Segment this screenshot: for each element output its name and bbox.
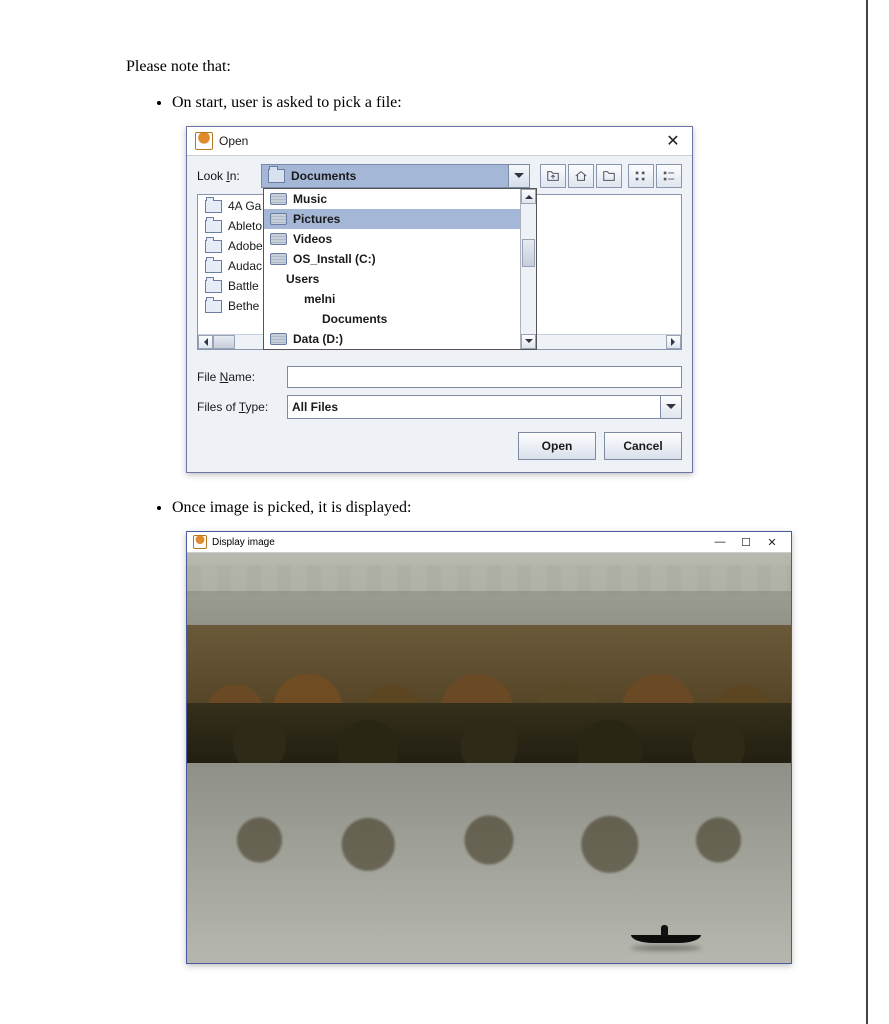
folder-icon xyxy=(205,200,222,213)
folder-icon xyxy=(205,220,222,233)
disk-icon xyxy=(270,233,287,245)
dropdown-item[interactable]: OS_Install (C:) xyxy=(264,249,536,269)
hscroll-thumb[interactable] xyxy=(213,335,235,349)
home-button[interactable] xyxy=(568,164,594,188)
disk-icon xyxy=(270,213,287,225)
scroll-left-icon[interactable] xyxy=(198,335,213,349)
list-item[interactable]: Battle xyxy=(201,276,265,296)
dropdown-item[interactable]: Data (D:) xyxy=(264,329,536,349)
disk-icon xyxy=(270,253,287,265)
dropdown-item[interactable]: Documents xyxy=(264,309,536,329)
look-in-label: Look In: xyxy=(197,169,255,183)
file-name-input[interactable] xyxy=(287,366,682,388)
dropdown-item[interactable]: Videos xyxy=(264,229,536,249)
list-item[interactable]: Ableto xyxy=(201,216,265,236)
boat-icon xyxy=(631,925,701,943)
list-item[interactable]: Adobe xyxy=(201,236,265,256)
java-icon xyxy=(195,132,213,150)
open-button[interactable]: Open xyxy=(518,432,596,460)
open-dialog-titlebar: Open ✕ xyxy=(187,127,692,156)
dropdown-scrollbar[interactable] xyxy=(520,189,536,349)
dropdown-arrow-icon[interactable] xyxy=(660,396,681,418)
close-icon[interactable]: ✕ xyxy=(662,131,684,151)
dropdown-item-selected[interactable]: Pictures xyxy=(264,209,536,229)
list-view-button[interactable] xyxy=(628,164,654,188)
bullet-2-text: Once image is picked, it is displayed: xyxy=(172,499,412,516)
close-icon[interactable]: ✕ xyxy=(759,534,785,550)
dropdown-item[interactable]: Users xyxy=(264,269,536,289)
file-type-value: All Files xyxy=(288,400,660,414)
list-item[interactable]: 4A Ga xyxy=(201,196,265,216)
minimize-icon[interactable]: — xyxy=(707,534,733,550)
folder-icon xyxy=(268,169,285,183)
folder-icon xyxy=(205,280,222,293)
open-dialog-title: Open xyxy=(219,134,662,148)
dropdown-item[interactable]: melni xyxy=(264,289,536,309)
dropdown-arrow-icon[interactable] xyxy=(508,165,529,187)
look-in-combo[interactable]: Documents xyxy=(261,164,530,188)
display-window-title: Display image xyxy=(212,537,707,548)
list-item[interactable]: Audac xyxy=(201,256,265,276)
dropdown-item[interactable]: Music xyxy=(264,189,536,209)
look-in-value: Documents xyxy=(291,169,508,183)
bullet-2: Once image is picked, it is displayed: D… xyxy=(172,499,829,964)
file-list-right-column xyxy=(650,196,668,199)
disk-icon xyxy=(270,193,287,205)
scroll-down-icon[interactable] xyxy=(521,334,536,349)
folder-icon xyxy=(205,240,222,253)
file-list-left-column: 4A Ga Ableto Adobe Audac Battle Bethe xyxy=(201,196,265,316)
file-type-combo[interactable]: All Files xyxy=(287,395,682,419)
scroll-up-icon[interactable] xyxy=(521,189,536,204)
file-type-label: Files of Type: xyxy=(197,400,287,414)
bullet-1-text: On start, user is asked to pick a file: xyxy=(172,94,402,111)
maximize-icon[interactable]: ☐ xyxy=(733,534,759,550)
list-item[interactable]: Bethe xyxy=(201,296,265,316)
folder-icon xyxy=(205,300,222,313)
scroll-thumb[interactable] xyxy=(522,239,535,267)
details-view-button[interactable] xyxy=(656,164,682,188)
scroll-right-icon[interactable] xyxy=(666,335,681,349)
file-name-label: File Name: xyxy=(197,370,287,384)
new-folder-button[interactable] xyxy=(596,164,622,188)
java-icon xyxy=(193,535,207,549)
intro-text: Please note that: xyxy=(126,58,829,76)
look-in-dropdown[interactable]: Music Pictures Videos OS_Install (C:) Us… xyxy=(263,188,537,350)
bullet-1: On start, user is asked to pick a file: … xyxy=(172,94,829,473)
file-list-pane[interactable]: 4A Ga Ableto Adobe Audac Battle Bethe xyxy=(197,194,682,350)
displayed-image xyxy=(187,553,791,963)
folder-icon xyxy=(205,260,222,273)
open-dialog: Open ✕ Look In: Documents xyxy=(186,126,693,473)
cancel-button[interactable]: Cancel xyxy=(604,432,682,460)
up-folder-button[interactable] xyxy=(540,164,566,188)
display-window-titlebar: Display image — ☐ ✕ xyxy=(187,532,791,553)
disk-icon xyxy=(270,333,287,345)
look-in-row: Look In: Documents xyxy=(197,164,682,188)
display-image-window: Display image — ☐ ✕ xyxy=(186,531,792,964)
page-right-edge xyxy=(866,0,868,1024)
